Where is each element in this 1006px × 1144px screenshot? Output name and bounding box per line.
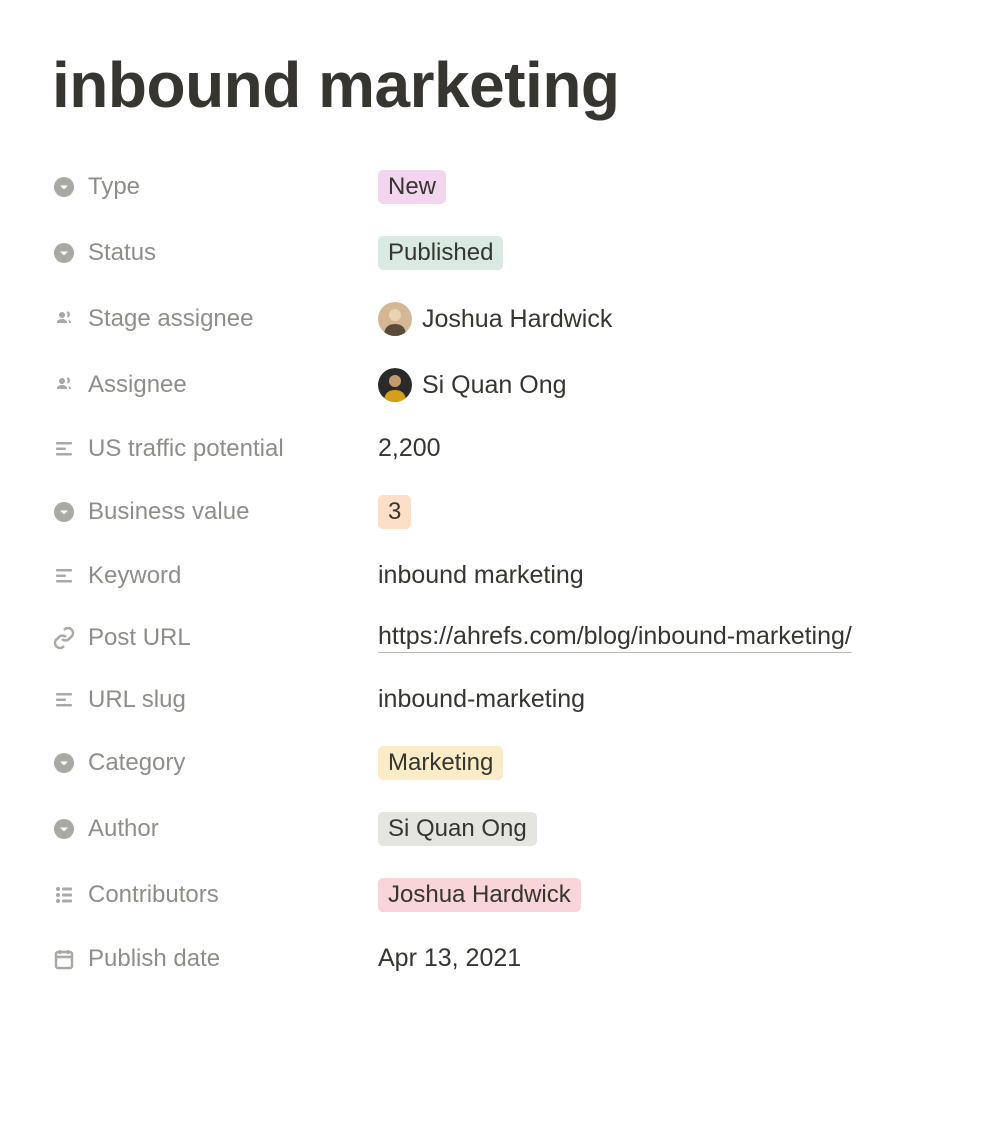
property-value[interactable]: Marketing <box>378 746 503 780</box>
property-value[interactable]: inbound-marketing <box>378 685 585 714</box>
select-icon <box>52 751 76 775</box>
property-type[interactable]: Type New <box>52 154 954 220</box>
property-business-value[interactable]: Business value 3 <box>52 479 954 545</box>
property-value[interactable]: Published <box>378 236 503 270</box>
property-publish-date[interactable]: Publish date Apr 13, 2021 <box>52 928 954 989</box>
property-post-url[interactable]: Post URL https://ahrefs.com/blog/inbound… <box>52 606 954 669</box>
property-value[interactable]: New <box>378 170 446 204</box>
property-value[interactable]: https://ahrefs.com/blog/inbound-marketin… <box>378 622 852 653</box>
property-label: Contributors <box>52 881 378 909</box>
select-icon <box>52 175 76 199</box>
property-label: US traffic potential <box>52 435 378 463</box>
select-icon <box>52 500 76 524</box>
type-tag: New <box>378 170 446 204</box>
business-value-tag: 3 <box>378 495 411 529</box>
url-slug-value: inbound-marketing <box>378 685 585 714</box>
property-label-text: Type <box>88 173 140 201</box>
property-category[interactable]: Category Marketing <box>52 730 954 796</box>
property-label-text: Status <box>88 239 156 267</box>
avatar <box>378 368 412 402</box>
property-us-traffic-potential[interactable]: US traffic potential 2,200 <box>52 418 954 479</box>
property-url-slug[interactable]: URL slug inbound-marketing <box>52 669 954 730</box>
property-label: Assignee <box>52 371 378 399</box>
select-icon <box>52 241 76 265</box>
assignee-name: Joshua Hardwick <box>422 305 612 334</box>
calendar-icon <box>52 947 76 971</box>
publish-date-value: Apr 13, 2021 <box>378 944 521 973</box>
property-label-text: Stage assignee <box>88 305 253 333</box>
author-tag: Si Quan Ong <box>378 812 537 846</box>
page-title[interactable]: inbound marketing <box>52 48 954 122</box>
property-label-text: Category <box>88 749 185 777</box>
property-value[interactable]: 3 <box>378 495 411 529</box>
assignee-name: Si Quan Ong <box>422 371 567 400</box>
traffic-value: 2,200 <box>378 434 441 463</box>
status-tag: Published <box>378 236 503 270</box>
text-icon <box>52 564 76 588</box>
property-label-text: Author <box>88 815 159 843</box>
property-label: Category <box>52 749 378 777</box>
property-author[interactable]: Author Si Quan Ong <box>52 796 954 862</box>
text-icon <box>52 688 76 712</box>
person-icon <box>52 307 76 331</box>
property-label-text: US traffic potential <box>88 435 284 463</box>
property-value[interactable]: inbound marketing <box>378 561 584 590</box>
property-label: URL slug <box>52 686 378 714</box>
post-url-link[interactable]: https://ahrefs.com/blog/inbound-marketin… <box>378 622 852 653</box>
property-label: Type <box>52 173 378 201</box>
property-label: Keyword <box>52 562 378 590</box>
multi-select-icon <box>52 883 76 907</box>
select-icon <box>52 817 76 841</box>
property-value[interactable]: Si Quan Ong <box>378 812 537 846</box>
property-status[interactable]: Status Published <box>52 220 954 286</box>
property-value[interactable]: 2,200 <box>378 434 441 463</box>
property-value[interactable]: Apr 13, 2021 <box>378 944 521 973</box>
category-tag: Marketing <box>378 746 503 780</box>
property-label: Stage assignee <box>52 305 378 333</box>
property-label-text: Contributors <box>88 881 219 909</box>
property-label: Post URL <box>52 624 378 652</box>
property-label: Status <box>52 239 378 267</box>
property-label-text: URL slug <box>88 686 186 714</box>
property-label-text: Keyword <box>88 562 181 590</box>
property-value[interactable]: Joshua Hardwick <box>378 878 581 912</box>
avatar <box>378 302 412 336</box>
property-value[interactable]: Si Quan Ong <box>378 368 567 402</box>
property-stage-assignee[interactable]: Stage assignee Joshua Hardwick <box>52 286 954 352</box>
property-contributors[interactable]: Contributors Joshua Hardwick <box>52 862 954 928</box>
property-assignee[interactable]: Assignee Si Quan Ong <box>52 352 954 418</box>
person-icon <box>52 373 76 397</box>
link-icon <box>52 626 76 650</box>
property-value[interactable]: Joshua Hardwick <box>378 302 612 336</box>
contributor-tag: Joshua Hardwick <box>378 878 581 912</box>
property-keyword[interactable]: Keyword inbound marketing <box>52 545 954 606</box>
property-label: Publish date <box>52 945 378 973</box>
keyword-value: inbound marketing <box>378 561 584 590</box>
text-icon <box>52 437 76 461</box>
property-label-text: Publish date <box>88 945 220 973</box>
property-label-text: Post URL <box>88 624 191 652</box>
property-label: Business value <box>52 498 378 526</box>
property-label-text: Assignee <box>88 371 187 399</box>
property-label: Author <box>52 815 378 843</box>
property-label-text: Business value <box>88 498 249 526</box>
